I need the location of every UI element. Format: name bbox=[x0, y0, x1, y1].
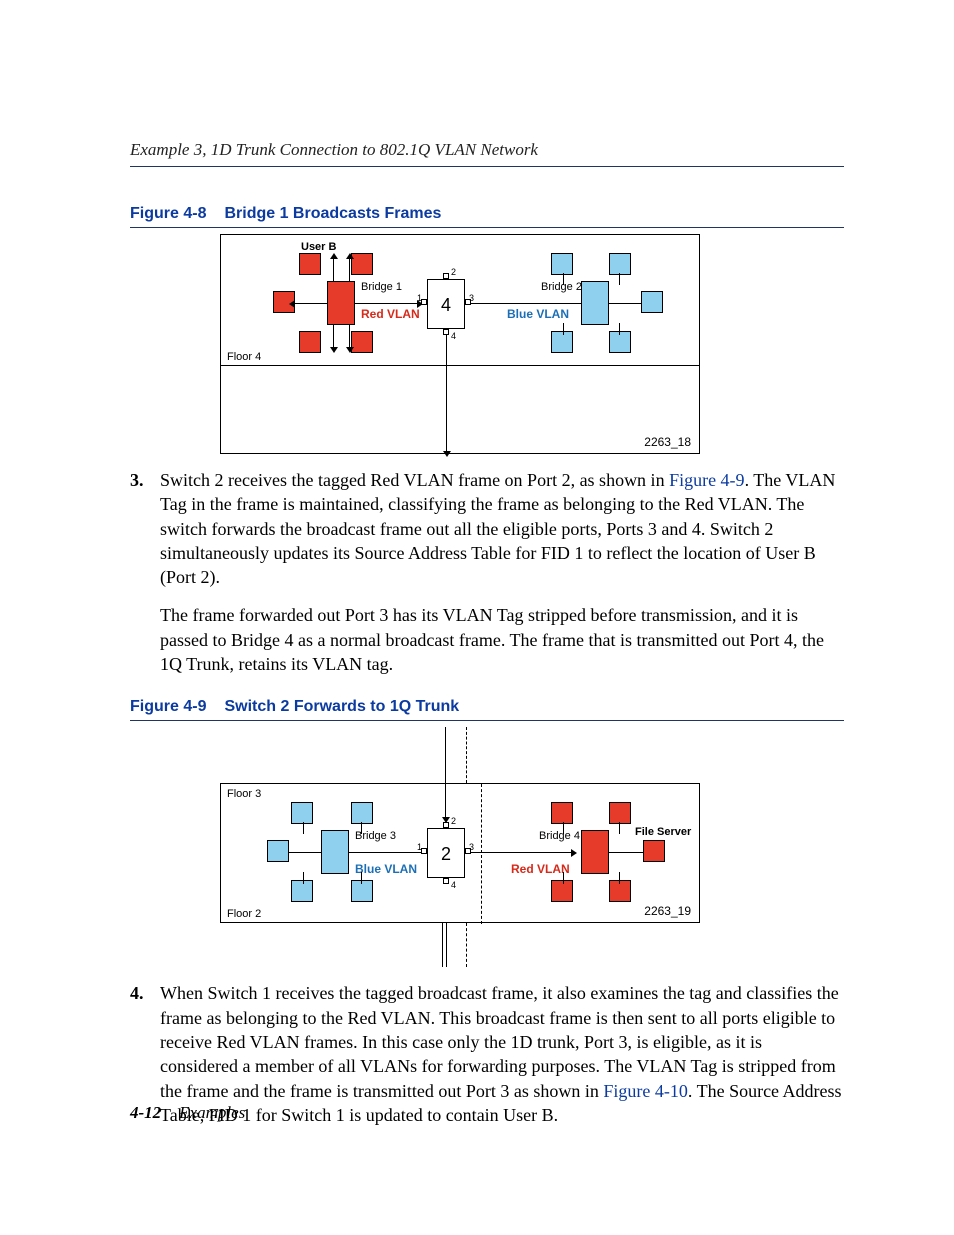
bridge-1-label: Bridge 1 bbox=[361, 281, 402, 293]
blue-node bbox=[551, 331, 573, 353]
switch-4: 4 bbox=[427, 279, 465, 329]
figure-4-9-link[interactable]: Figure 4-9 bbox=[669, 470, 745, 490]
figure-4-9-diagram: Floor 3 Floor 2 Bridge 3 Blue VLAN 2 bbox=[220, 727, 700, 967]
blue-node bbox=[551, 253, 573, 275]
red-node bbox=[609, 880, 631, 902]
floor-2-label: Floor 2 bbox=[227, 908, 261, 920]
red-node bbox=[299, 331, 321, 353]
user-b-label: User B bbox=[301, 241, 336, 253]
red-node bbox=[551, 802, 573, 824]
blue-node bbox=[267, 840, 289, 862]
figure-4-9-number: Figure 4-9 bbox=[130, 698, 206, 716]
floor-4-label: Floor 4 bbox=[227, 351, 261, 363]
figure-4-10-link[interactable]: Figure 4-10 bbox=[603, 1081, 688, 1101]
blue-node bbox=[291, 880, 313, 902]
red-node bbox=[351, 331, 373, 353]
figure-4-8-number: Figure 4-8 bbox=[130, 205, 206, 223]
blue-node bbox=[609, 331, 631, 353]
red-node bbox=[351, 253, 373, 275]
figure-4-8-diagram: Floor 4 User B Bridge 1 Red VLAN 4 bbox=[220, 234, 700, 454]
step-4-number: 4. bbox=[130, 981, 144, 1005]
red-vlan-label: Red VLAN bbox=[361, 307, 420, 321]
section-name: Examples bbox=[179, 1103, 245, 1122]
figure-4-9: Floor 3 Floor 2 Bridge 3 Blue VLAN 2 bbox=[220, 727, 780, 967]
step-3-number: 3. bbox=[130, 468, 144, 492]
switch-2: 2 bbox=[427, 828, 465, 878]
blue-vlan-label: Blue VLAN bbox=[507, 307, 569, 321]
blue-node bbox=[351, 880, 373, 902]
red-node bbox=[299, 253, 321, 275]
floor-3-label: Floor 3 bbox=[227, 788, 261, 800]
figure-4-8-title: Bridge 1 Broadcasts Frames bbox=[224, 205, 441, 222]
blue-node bbox=[641, 291, 663, 313]
page: Example 3, 1D Trunk Connection to 802.1Q… bbox=[0, 0, 954, 1235]
bridge-3 bbox=[321, 830, 349, 874]
figure-4-8-id: 2263_18 bbox=[644, 435, 691, 449]
blue-node bbox=[609, 253, 631, 275]
bridge-4 bbox=[581, 830, 609, 874]
figure-4-9-title: Switch 2 Forwards to 1Q Trunk bbox=[224, 698, 459, 715]
red-node bbox=[609, 802, 631, 824]
file-server-label: File Server bbox=[635, 826, 691, 838]
bridge-4-label: Bridge 4 bbox=[539, 830, 580, 842]
bridge-2-label: Bridge 2 bbox=[541, 281, 582, 293]
figure-4-9-id: 2263_19 bbox=[644, 904, 691, 918]
blue-node bbox=[291, 802, 313, 824]
blue-vlan-label: Blue VLAN bbox=[355, 862, 417, 876]
red-vlan-label: Red VLAN bbox=[511, 862, 570, 876]
file-server bbox=[643, 840, 665, 862]
figure-4-9-caption: Figure 4-9 Switch 2 Forwards to 1Q Trunk bbox=[130, 698, 844, 721]
step-list: 3. Switch 2 receives the tagged Red VLAN… bbox=[130, 468, 844, 676]
step-3: 3. Switch 2 receives the tagged Red VLAN… bbox=[130, 468, 844, 676]
bridge-1 bbox=[327, 281, 355, 325]
page-footer: 4-12 Examples bbox=[130, 1103, 245, 1123]
bridge-2 bbox=[581, 281, 609, 325]
running-header: Example 3, 1D Trunk Connection to 802.1Q… bbox=[130, 140, 844, 167]
red-node bbox=[551, 880, 573, 902]
figure-4-8-caption: Figure 4-8 Bridge 1 Broadcasts Frames bbox=[130, 205, 844, 228]
page-number: 4-12 bbox=[130, 1103, 161, 1122]
blue-node bbox=[351, 802, 373, 824]
figure-4-8: Floor 4 User B Bridge 1 Red VLAN 4 bbox=[220, 234, 780, 454]
